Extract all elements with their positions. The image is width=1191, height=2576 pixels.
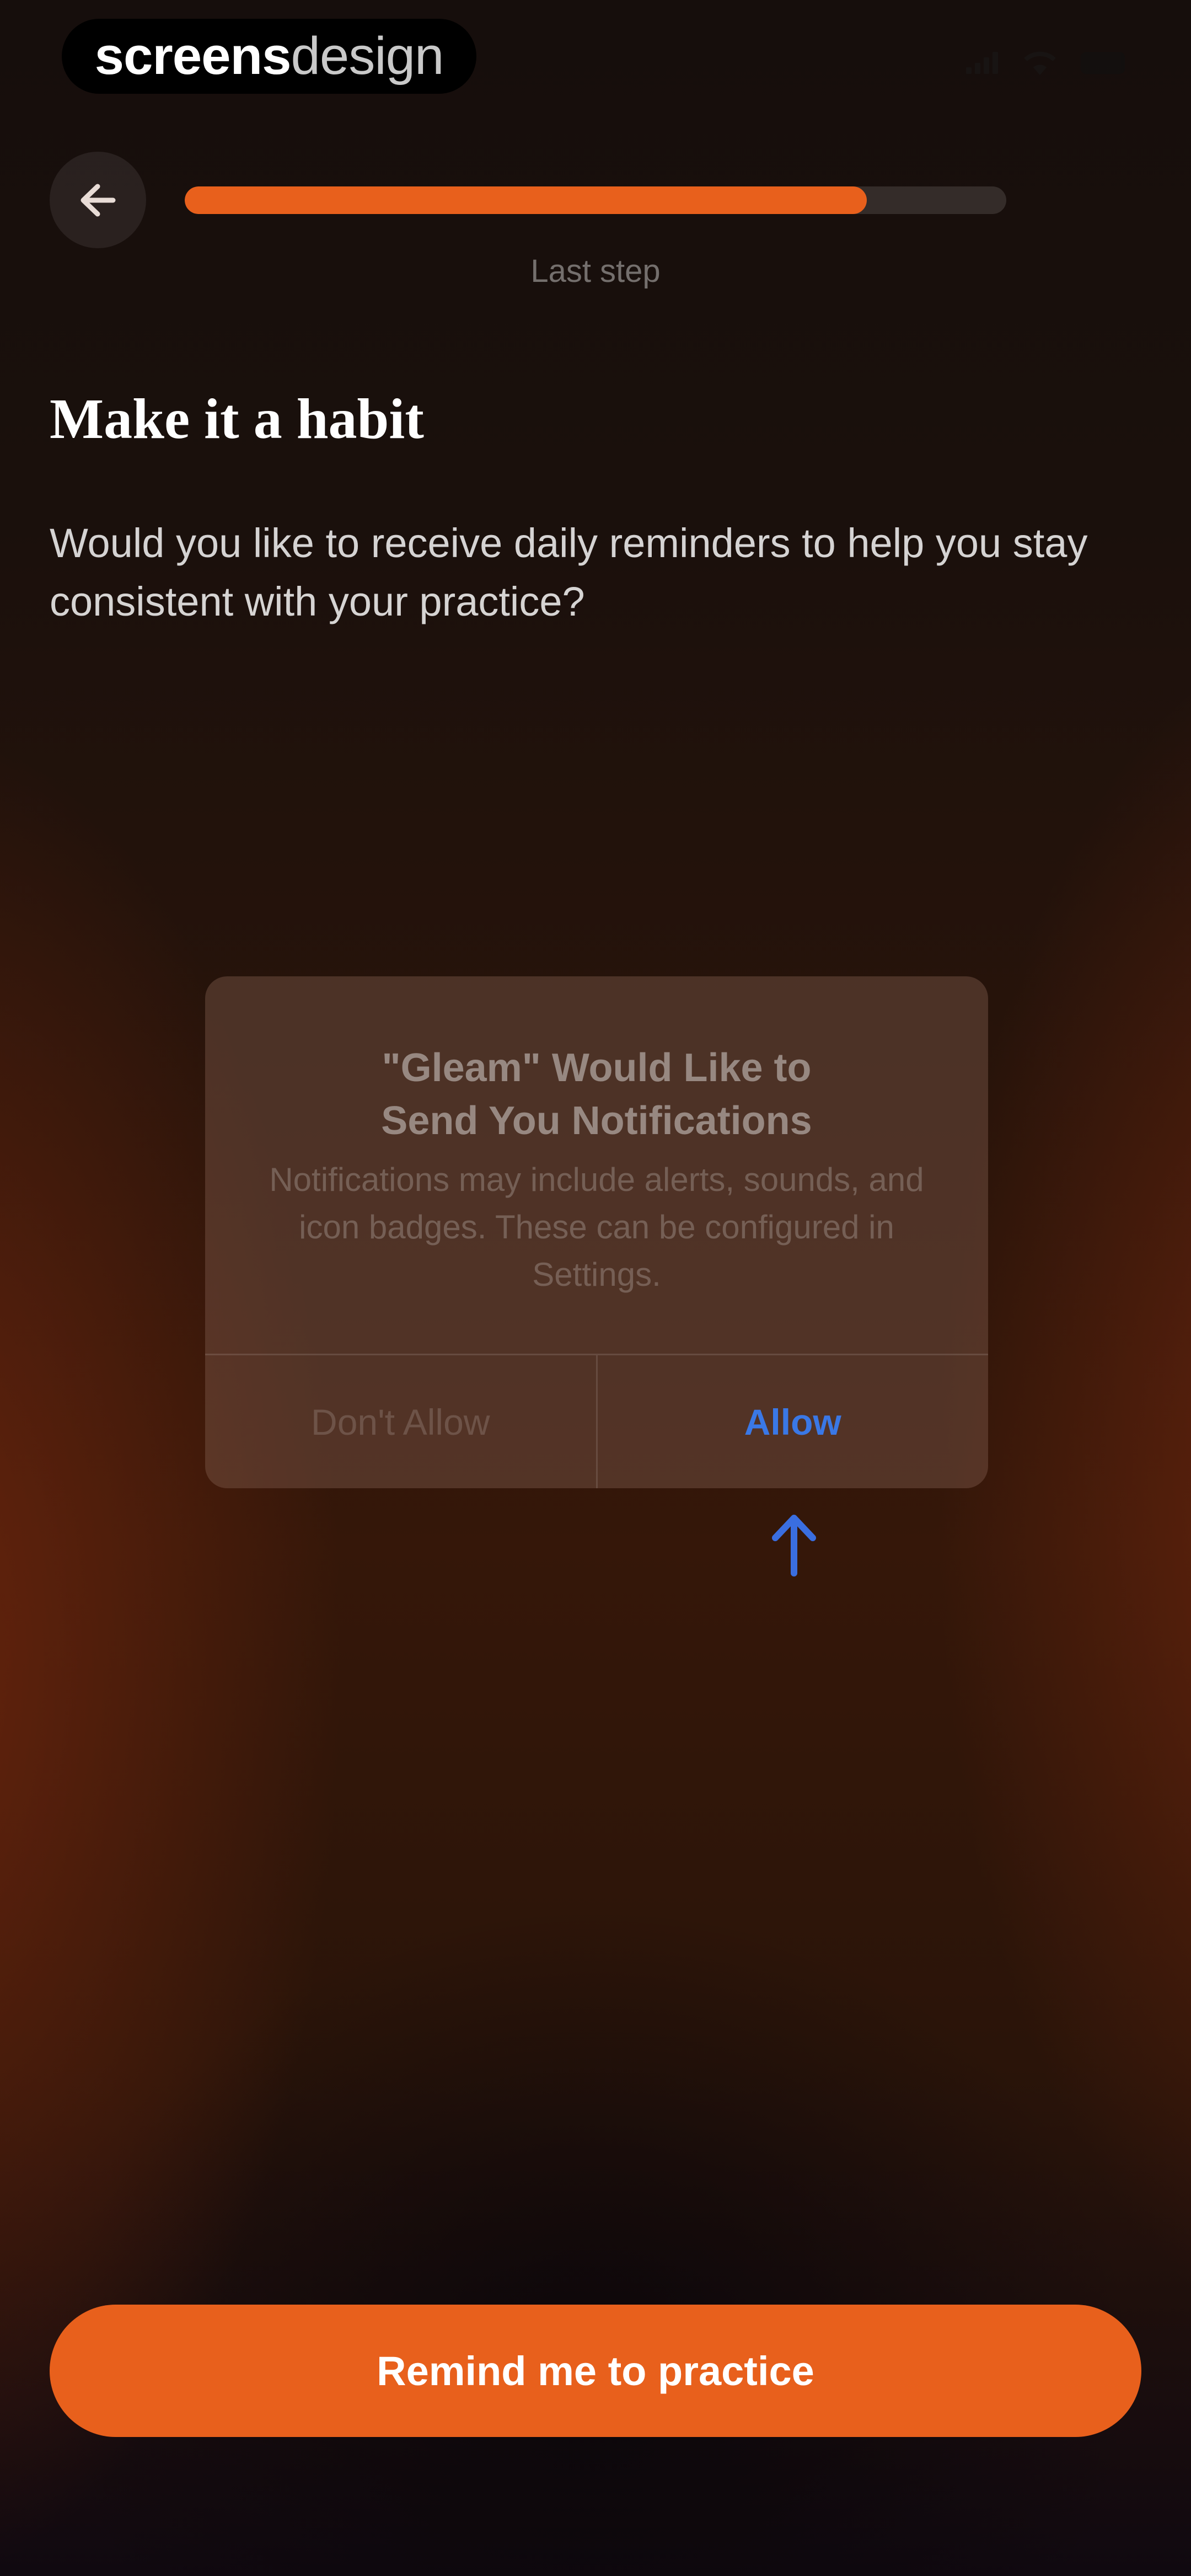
alert-buttons: Don't Allow Allow [205,1355,988,1488]
arrow-up-icon [772,1515,816,1576]
cellular-signal-icon [966,52,998,74]
wifi-icon [1024,51,1056,75]
alert-title-line-2: Send You Notifications [381,1099,812,1143]
page-title: Make it a habit [50,387,424,451]
page-subtitle: Would you like to receive daily reminder… [50,520,1088,624]
allow-button[interactable]: Allow [598,1355,989,1488]
arrow-left-icon [81,184,115,216]
progress-fill [185,186,867,214]
alert-message: Notifications may include alerts, sounds… [269,1161,924,1293]
alert-title: "Gleam" Would Like to Send You Notificat… [260,1041,933,1147]
dont-allow-button[interactable]: Don't Allow [205,1355,598,1488]
remind-me-button[interactable]: Remind me to practice [50,2305,1141,2437]
alert-title-line-1: "Gleam" Would Like to [382,1046,812,1090]
onboarding-progress-bar [185,186,1006,214]
onboarding-screen: screens design Last step Make it a habit … [0,0,1191,2576]
watermark-bold-text: screens [94,26,292,85]
status-bar-icons [966,51,1125,75]
screensdesign-watermark: screens design [62,19,476,94]
alert-body: "Gleam" Would Like to Send You Notificat… [205,976,988,1354]
notification-permission-alert: "Gleam" Would Like to Send You Notificat… [205,976,988,1488]
battery-icon [1081,52,1125,74]
step-label: Last step [530,253,661,289]
watermark-light-text: design [291,26,444,85]
back-button[interactable] [50,152,146,248]
